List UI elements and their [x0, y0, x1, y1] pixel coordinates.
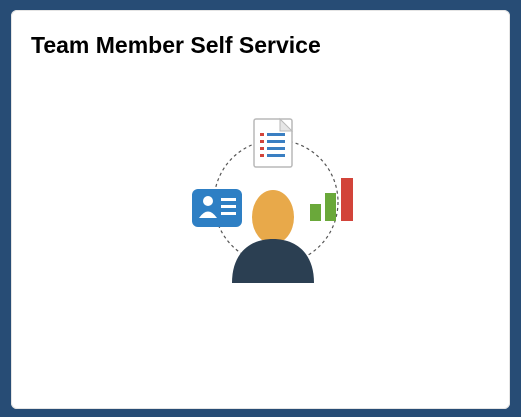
person-icon: [232, 190, 314, 283]
bar-chart-icon: [310, 178, 353, 221]
tile-title: Team Member Self Service: [31, 32, 321, 58]
document-icon: [253, 117, 294, 168]
employee-self-service-icon: [192, 117, 353, 283]
id-card-icon: [192, 189, 242, 227]
team-member-self-service-tile[interactable]: Team Member Self Service: [11, 10, 510, 409]
